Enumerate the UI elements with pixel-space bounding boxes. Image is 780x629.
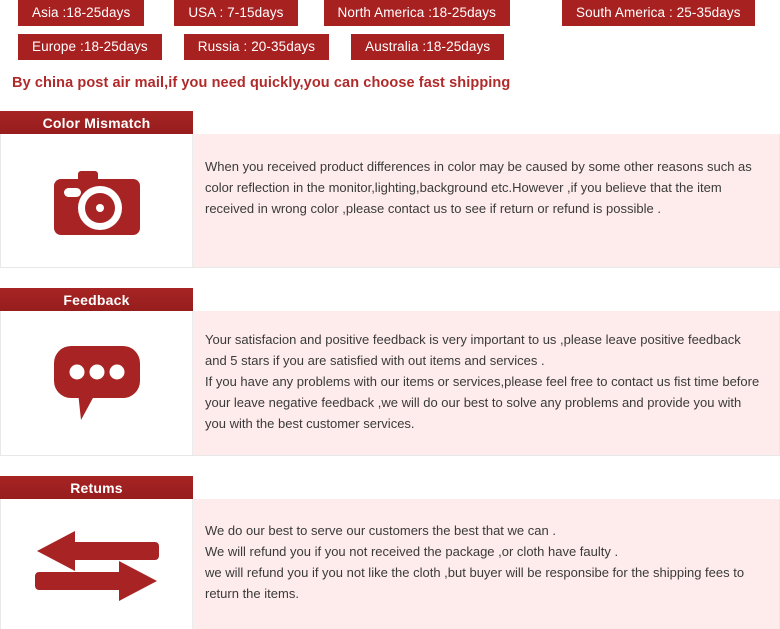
section-title-label: Retums [70,479,123,496]
camera-icon [53,163,141,239]
shipping-badge-asia: Asia :18-25days [18,0,145,26]
shipping-badge-row-2: Europe :18-25days Russia : 20-35days Aus… [0,34,780,62]
section-title-label: Color Mismatch [42,114,151,131]
shipping-badge-south-america: South America : 25-35days [562,0,755,26]
section-header-returns: Retums [0,476,193,499]
icon-pane-returns [1,499,193,629]
returns-paragraph-1: We do our best to serve our customers th… [205,523,556,538]
section-header-color-mismatch: Color Mismatch [0,111,193,134]
section-returns: Retums We do our best to serve our custo… [0,476,780,629]
text-pane-returns: We do our best to serve our customers th… [193,499,779,629]
exchange-arrows-icon [34,529,159,603]
text-pane-color-mismatch: When you received product differences in… [193,134,779,267]
section-color-mismatch: Color Mismatch When you received product… [0,111,780,268]
returns-paragraph-3: we will refund you if you not like the c… [205,565,745,601]
section-title-label: Feedback [63,291,130,308]
shipping-badge-north-america: North America :18-25days [323,0,510,26]
promo-page: Asia :18-25days USA : 7-15days North Ame… [0,0,780,629]
section-body-color-mismatch: When you received product differences in… [0,134,780,268]
feedback-paragraph-1: Your satisfacion and positive feedback i… [205,332,741,368]
shipping-note: By china post air mail,if you need quick… [12,75,511,91]
speech-bubble-icon [50,344,144,422]
section-header-feedback: Feedback [0,288,193,311]
shipping-badge-australia: Australia :18-25days [351,34,505,60]
section-body-feedback: Your satisfacion and positive feedback i… [0,311,780,456]
icon-pane-color-mismatch [1,134,193,267]
text-pane-feedback: Your satisfacion and positive feedback i… [193,311,779,455]
section-body-returns: We do our best to serve our customers th… [0,499,780,629]
color-mismatch-paragraph: When you received product differences in… [205,159,752,216]
feedback-paragraph-2: If you have any problems with our items … [205,374,760,431]
shipping-badge-usa: USA : 7-15days [174,0,298,26]
shipping-badge-europe: Europe :18-25days [18,34,162,60]
shipping-badge-row-1: Asia :18-25days USA : 7-15days North Ame… [0,0,780,28]
section-feedback: Feedback Your satisfacion and positive f… [0,288,780,456]
shipping-time-badges: Asia :18-25days USA : 7-15days North Ame… [0,0,780,62]
returns-paragraph-2: We will refund you if you not received t… [205,544,619,559]
icon-pane-feedback [1,311,193,455]
shipping-badge-russia: Russia : 20-35days [183,34,330,60]
